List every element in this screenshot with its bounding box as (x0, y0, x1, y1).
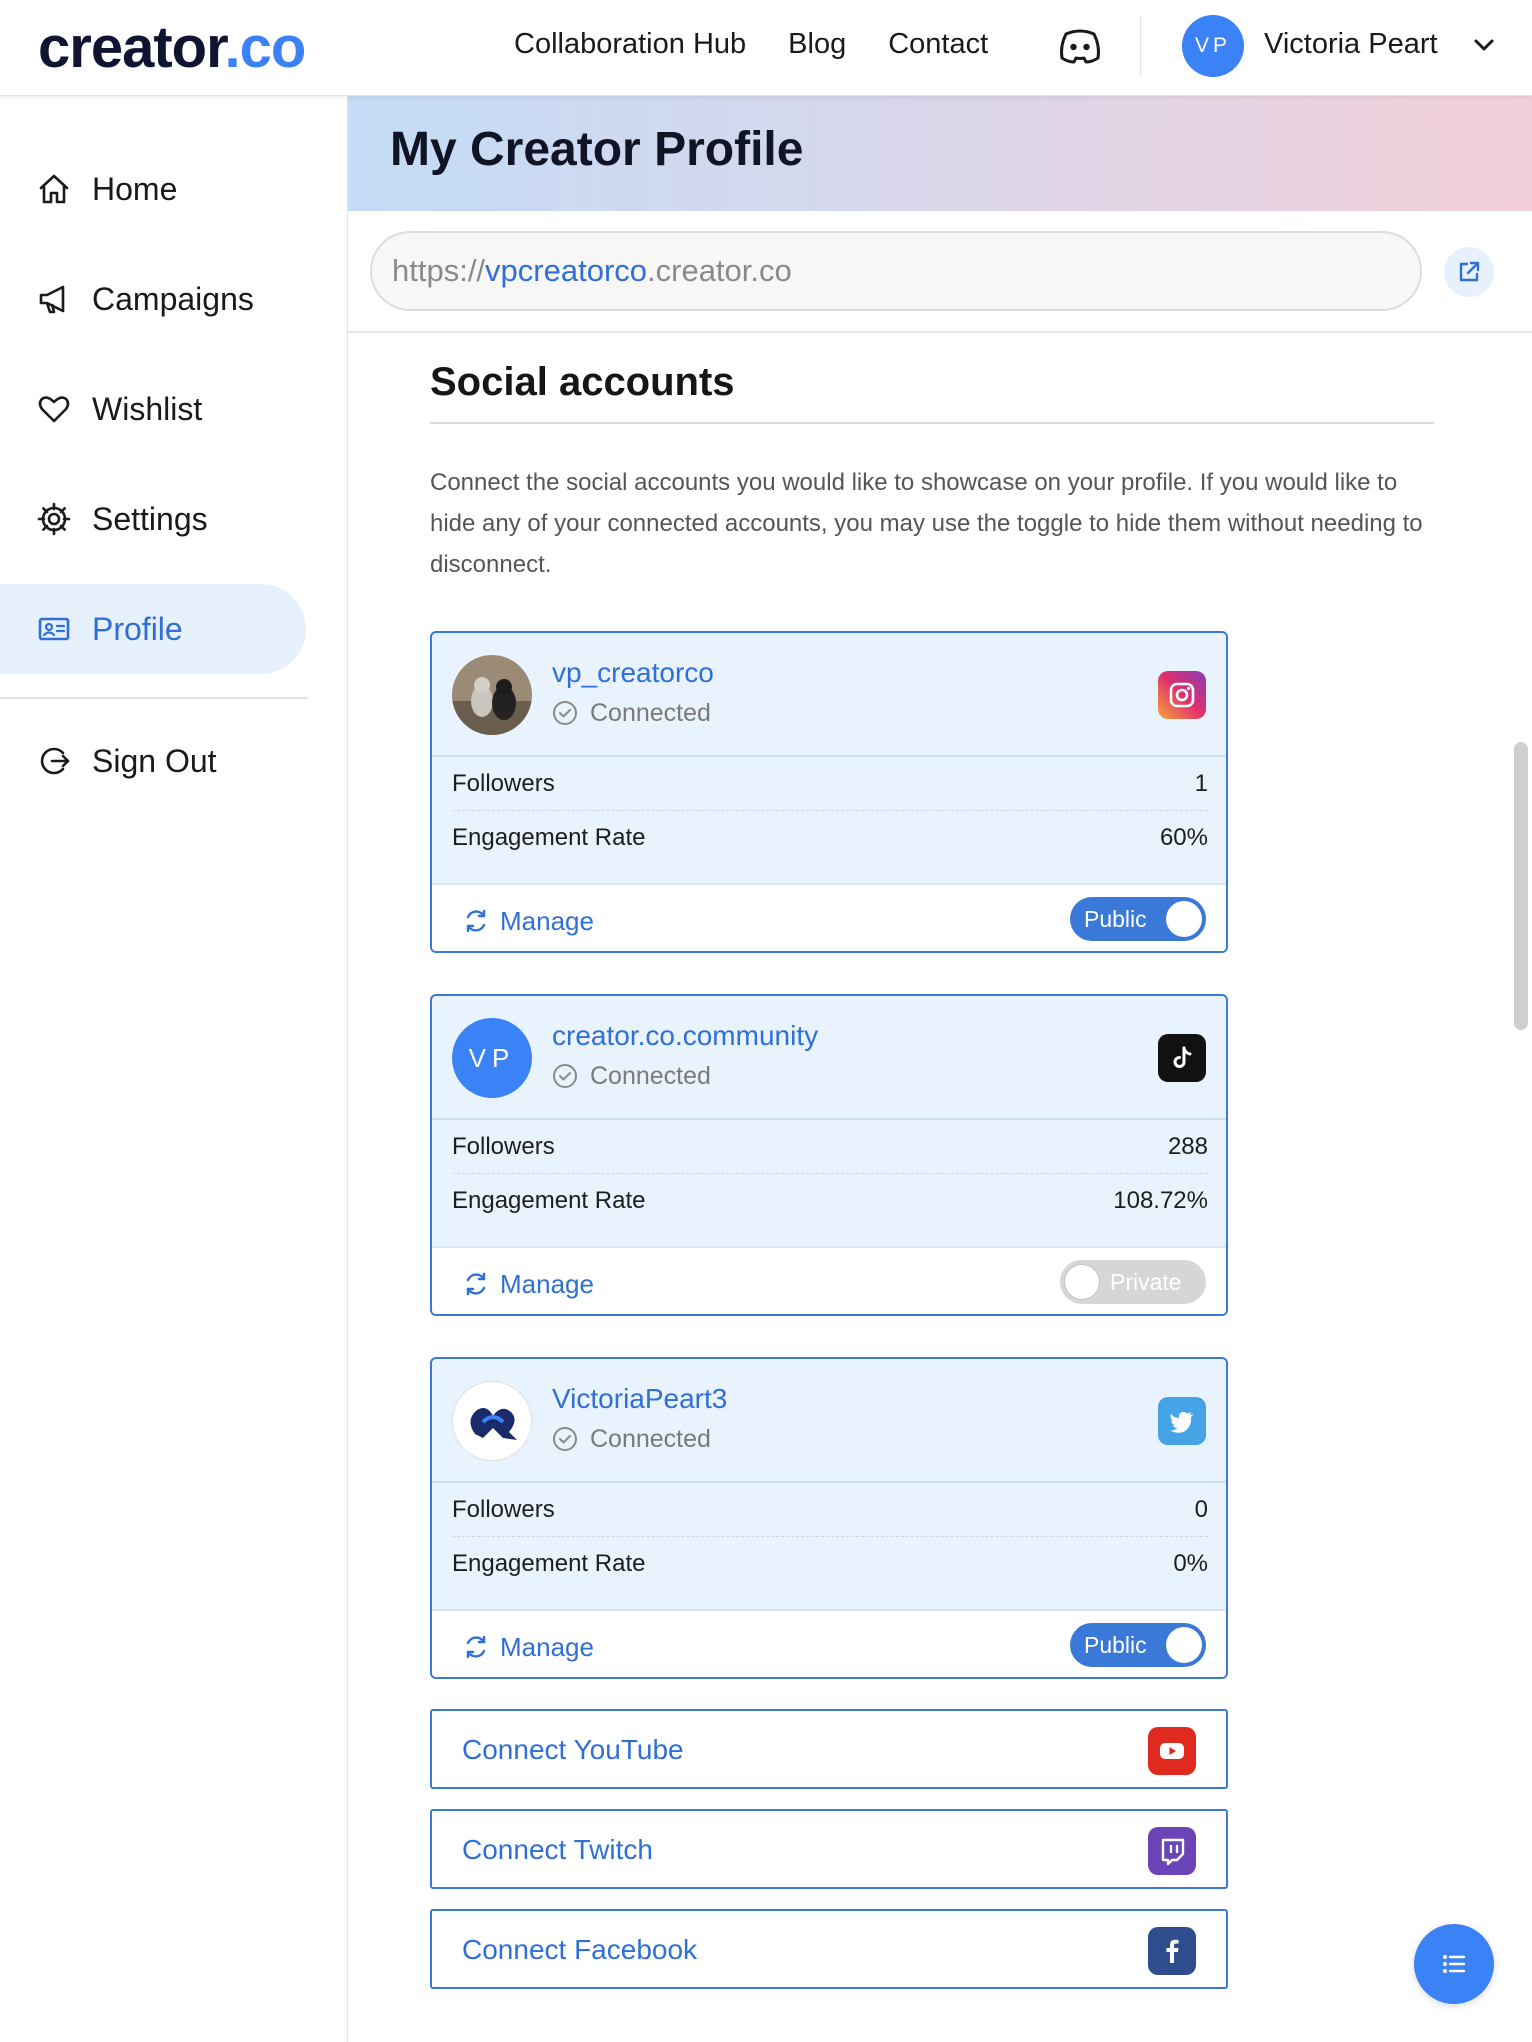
refresh-icon (466, 1635, 486, 1659)
social-account-card-twitter: VictoriaPeart3 Connected Followers 0 Eng… (430, 1357, 1228, 1679)
sidebar-item-settings[interactable]: Settings (0, 474, 306, 564)
connect-twitch-button[interactable]: Connect Twitch (430, 1809, 1228, 1889)
facebook-icon (1148, 1927, 1196, 1975)
social-account-card-instagram: vp_creatorco Connected Followers 1 Engag… (430, 631, 1228, 953)
connect-facebook-button[interactable]: Connect Facebook (430, 1909, 1228, 1989)
sidebar-item-home[interactable]: Home (0, 144, 306, 234)
followers-row: Followers 1 (452, 757, 1208, 811)
avatar (452, 1381, 532, 1461)
sign-out-icon (40, 747, 70, 775)
sidebar-item-sign-out[interactable]: Sign Out (0, 716, 306, 806)
card-header: VP creator.co.community Connected (432, 996, 1226, 1120)
sidebar-item-label: Profile (92, 610, 183, 647)
engagement-rate: 60% (1159, 824, 1208, 851)
sidebar-item-label: Home (92, 170, 178, 207)
avatar (452, 655, 532, 735)
gear-icon (37, 502, 71, 536)
engagement-rate: 108.72% (1113, 1187, 1208, 1214)
external-link-icon (1459, 261, 1480, 282)
followers-row: Followers 0 (452, 1483, 1208, 1537)
card-footer: Manage Private (432, 1246, 1226, 1314)
check-circle-icon (553, 1064, 577, 1088)
toggle-knob (1166, 1627, 1202, 1663)
check-circle-icon (553, 701, 577, 725)
account-handle[interactable]: VictoriaPeart3 (552, 1381, 727, 1417)
page-title: My Creator Profile (390, 123, 804, 176)
sidebar-item-label: Sign Out (92, 742, 217, 779)
twitter-icon (1158, 1397, 1206, 1445)
home-icon (39, 174, 69, 204)
sidebar: Home Campaigns Wishlist Settings Profile… (0, 96, 348, 2042)
visibility-toggle[interactable]: Public (1070, 897, 1206, 941)
avatar: VP (452, 1018, 532, 1098)
tiktok-icon (1158, 1034, 1206, 1082)
account-handle[interactable]: vp_creatorco (552, 655, 714, 691)
sidebar-item-label: Wishlist (92, 390, 203, 427)
scrollbar[interactable] (1514, 742, 1528, 1030)
check-circle-icon (553, 1427, 577, 1451)
sidebar-item-wishlist[interactable]: Wishlist (0, 364, 306, 454)
sidebar-item-campaigns[interactable]: Campaigns (0, 254, 306, 344)
followers-count: 1 (1194, 769, 1208, 797)
primary-nav: Collaboration Hub Blog Contact (514, 24, 988, 64)
heart-icon (38, 396, 70, 423)
followers-count: 0 (1194, 1495, 1208, 1523)
sidebar-item-profile[interactable]: Profile (0, 584, 306, 674)
followers-row: Followers 288 (452, 1120, 1208, 1174)
manage-button[interactable]: Manage (462, 1266, 594, 1302)
profile-url-field[interactable]: https://vpcreatorco .creator.co (370, 231, 1422, 311)
engagement-row: Engagement Rate 0% (452, 1550, 1208, 1577)
connect-youtube-button[interactable]: Connect YouTube (430, 1709, 1228, 1789)
card-header: vp_creatorco Connected (432, 633, 1226, 757)
engagement-row: Engagement Rate 60% (452, 824, 1208, 851)
discord-icon[interactable] (1058, 26, 1102, 66)
page-header: My Creator Profile (348, 96, 1532, 211)
manage-button[interactable]: Manage (462, 903, 594, 939)
open-external-button[interactable] (1444, 247, 1494, 297)
card-footer: Manage Public (432, 883, 1226, 951)
engagement-row: Engagement Rate 108.72% (452, 1187, 1208, 1214)
toggle-knob (1064, 1264, 1100, 1300)
chevron-down-icon[interactable] (1472, 33, 1496, 57)
followers-count: 288 (1167, 1132, 1208, 1160)
engagement-rate: 0% (1173, 1550, 1208, 1577)
toggle-knob (1166, 901, 1202, 937)
section-description: Connect the social accounts you would li… (430, 469, 1423, 578)
floating-menu-button[interactable] (1414, 1924, 1494, 2004)
creator-co-logo[interactable]: creator.co (38, 14, 306, 82)
connection-status: Connected (552, 1421, 711, 1457)
instagram-icon (1158, 671, 1206, 719)
manage-button[interactable]: Manage (462, 1629, 594, 1665)
sidebar-item-label: Settings (92, 500, 208, 537)
nav-link-collaboration-hub[interactable]: Collaboration Hub (514, 24, 746, 64)
megaphone-icon (39, 285, 65, 314)
profile-url-bar: https://vpcreatorco .creator.co (348, 211, 1532, 333)
nav-divider (1140, 16, 1141, 76)
card-header: VictoriaPeart3 Connected (432, 1359, 1226, 1483)
user-name[interactable]: Victoria Peart (1264, 24, 1438, 64)
nav-link-contact[interactable]: Contact (888, 24, 988, 64)
list-icon (1443, 1955, 1466, 1973)
connection-status: Connected (552, 695, 711, 731)
refresh-icon (466, 1272, 486, 1296)
card-footer: Manage Public (432, 1609, 1226, 1677)
section-title: Social accounts (430, 360, 735, 404)
connection-status: Connected (552, 1058, 711, 1094)
id-card-icon (38, 617, 70, 641)
user-avatar[interactable]: VP (1182, 15, 1244, 77)
visibility-toggle[interactable]: Private (1060, 1260, 1206, 1304)
section-divider (430, 422, 1434, 424)
twitch-icon (1148, 1827, 1196, 1875)
sidebar-divider (0, 697, 308, 699)
visibility-toggle[interactable]: Public (1070, 1623, 1206, 1667)
nav-link-blog[interactable]: Blog (788, 24, 846, 64)
top-navigation-bar: creator.co Collaboration Hub Blog Contac… (0, 0, 1532, 96)
refresh-icon (466, 909, 486, 933)
youtube-icon (1148, 1727, 1196, 1775)
social-account-card-tiktok: VP creator.co.community Connected Follow… (430, 994, 1228, 1316)
account-handle[interactable]: creator.co.community (552, 1018, 818, 1054)
sidebar-item-label: Campaigns (92, 280, 254, 317)
